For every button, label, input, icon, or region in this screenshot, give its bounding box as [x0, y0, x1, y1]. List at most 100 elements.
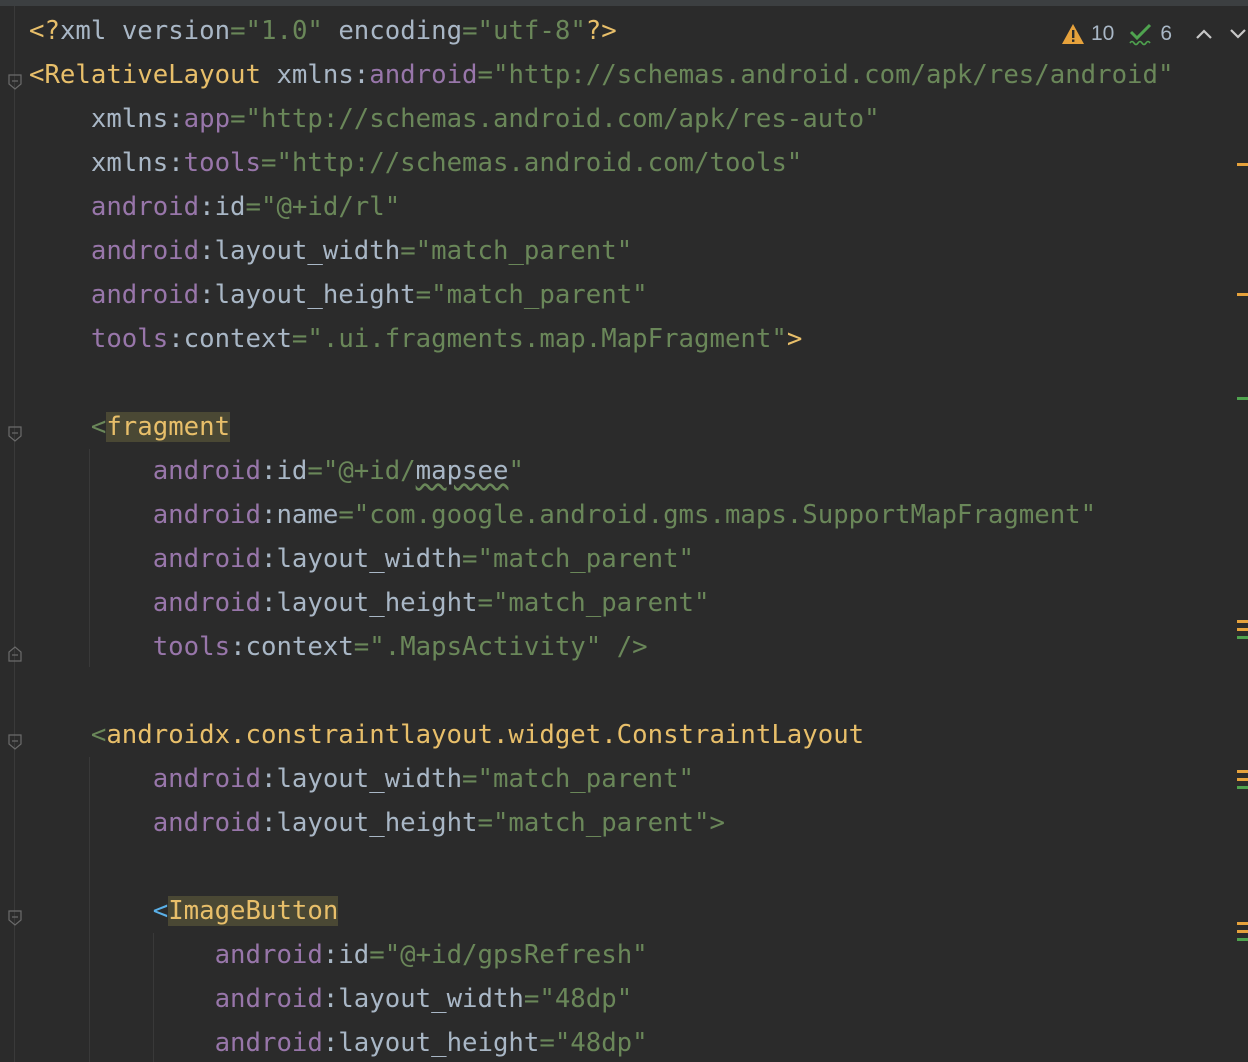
typo-marker[interactable]: [1237, 636, 1248, 639]
code-line[interactable]: android:name="com.google.android.gms.map…: [29, 493, 1096, 537]
code-token: ="match_parent": [462, 544, 695, 574]
code-line[interactable]: <RelativeLayout xmlns:android="http://sc…: [29, 53, 1173, 97]
code-line[interactable]: android:layout_height="match_parent">: [29, 801, 725, 845]
code-line[interactable]: xmlns:app="http://schemas.android.com/ap…: [29, 97, 880, 141]
editor-top-strip: [0, 0, 1248, 6]
code-token: android: [29, 808, 261, 838]
code-token: :layout_height: [260, 588, 478, 618]
inspection-widget[interactable]: 10 6: [1061, 18, 1248, 50]
code-token: :context: [230, 632, 354, 662]
code-token: android: [29, 764, 261, 794]
warning-marker[interactable]: [1237, 163, 1248, 166]
indent-guide: [153, 933, 154, 1062]
code-token: android: [29, 236, 200, 266]
code-line[interactable]: android:layout_height="48dp": [29, 1021, 648, 1062]
code-token: ="@+id/rl": [245, 192, 401, 222]
typos-indicator[interactable]: 6: [1128, 22, 1172, 46]
code-token: app: [183, 104, 231, 134]
fold-end-icon[interactable]: [8, 639, 22, 662]
code-line[interactable]: android:id="@+id/gpsRefresh": [29, 933, 648, 977]
code-token: ="http://schemas.android.com/apk/res/and…: [477, 60, 1174, 90]
code-token: androidx.constraintlayout.widget.Constra…: [106, 720, 865, 750]
code-token: :id: [199, 192, 246, 222]
code-token: ="http://schemas.android.com/apk/res-aut…: [230, 104, 880, 134]
code-token: android: [29, 544, 261, 574]
fold-toggle-icon[interactable]: [8, 67, 22, 90]
warning-marker[interactable]: [1237, 930, 1248, 933]
indent-guide: [89, 449, 90, 667]
code-line[interactable]: tools:context=".MapsActivity" />: [29, 625, 648, 669]
warnings-indicator[interactable]: 10: [1061, 22, 1114, 46]
code-token: android: [29, 1028, 323, 1058]
code-token: :layout_height: [260, 808, 478, 838]
code-token: :: [168, 104, 184, 134]
code-token: :layout_width: [322, 984, 524, 1014]
code-token: fragment: [106, 412, 231, 442]
code-token: :id: [322, 940, 370, 970]
code-token: ="match_parent": [415, 280, 648, 310]
code-token: ="com.google.android.gms.maps.SupportMap…: [338, 500, 1097, 530]
code-token: xmlns: [29, 148, 169, 178]
code-line[interactable]: android:id="@+id/mapsee": [29, 449, 524, 493]
code-line[interactable]: android:layout_width="match_parent": [29, 229, 632, 273]
code-line[interactable]: android:layout_width="match_parent": [29, 757, 694, 801]
chevron-down-icon: [1228, 27, 1248, 41]
code-token: :id: [260, 456, 308, 486]
code-line[interactable]: <fragment: [29, 405, 231, 449]
code-line[interactable]: tools:context=".ui.fragments.map.MapFrag…: [29, 317, 802, 361]
code-token: :layout_width: [199, 236, 401, 266]
code-line[interactable]: android:layout_width="match_parent": [29, 537, 694, 581]
code-line[interactable]: <androidx.constraintlayout.widget.Constr…: [29, 713, 864, 757]
code-token: android: [29, 280, 200, 310]
fold-toggle-icon[interactable]: [8, 903, 22, 926]
code-token: ="match_parent": [462, 764, 695, 794]
fold-toggle-icon[interactable]: [8, 419, 22, 442]
warning-marker[interactable]: [1237, 770, 1248, 773]
code-token: >: [709, 808, 725, 838]
code-token: =".ui.fragments.map.MapFragment": [291, 324, 787, 354]
code-token: >: [786, 324, 803, 354]
prev-problem-button[interactable]: [1194, 27, 1214, 41]
warning-marker[interactable]: [1237, 778, 1248, 781]
fold-toggle-icon[interactable]: [8, 727, 22, 750]
code-token: :layout_height: [322, 1028, 540, 1058]
typo-marker[interactable]: [1237, 938, 1248, 941]
code-token: <RelativeLayout: [29, 60, 277, 90]
code-token: <: [29, 720, 107, 750]
code-token: <: [29, 412, 107, 442]
next-problem-button[interactable]: [1228, 27, 1248, 41]
code-line[interactable]: android:id="@+id/rl": [29, 185, 400, 229]
typo-marker[interactable]: [1237, 397, 1248, 400]
code-token: ="@+id/gpsRefresh": [369, 940, 648, 970]
code-token: ImageButton: [168, 896, 339, 926]
typos-count: 6: [1160, 22, 1172, 45]
code-token: =".MapsActivity": [353, 632, 602, 662]
typo-marker[interactable]: [1237, 786, 1248, 789]
code-line[interactable]: <?xml version="1.0" encoding="utf-8"?>: [29, 9, 617, 53]
code-line[interactable]: <ImageButton: [29, 889, 339, 933]
code-token: android: [29, 984, 323, 1014]
indent-guide: [89, 757, 90, 1062]
code-token: tools: [29, 632, 231, 662]
code-line[interactable]: android:layout_height="match_parent": [29, 273, 648, 317]
warning-triangle-icon: [1061, 23, 1085, 45]
code-token: android: [29, 940, 323, 970]
code-token: ="48dp": [523, 984, 633, 1014]
warning-marker[interactable]: [1237, 620, 1248, 623]
code-token: xml: [59, 16, 122, 46]
code-token: ": [508, 456, 524, 486]
code-editor[interactable]: 10 6 <?xml version="1.0" encoding="utf-8…: [0, 0, 1248, 1062]
code-token: ="match_parent": [400, 236, 633, 266]
warning-marker[interactable]: [1237, 922, 1248, 925]
code-token: android: [29, 456, 261, 486]
chevron-up-icon: [1194, 27, 1214, 41]
code-line[interactable]: android:layout_width="48dp": [29, 977, 633, 1021]
code-token: :context: [168, 324, 292, 354]
code-token: android: [29, 588, 261, 618]
code-token: :name: [260, 500, 339, 530]
code-line[interactable]: xmlns:tools="http://schemas.android.com/…: [29, 141, 802, 185]
warning-marker[interactable]: [1237, 628, 1248, 631]
warning-marker[interactable]: [1237, 293, 1248, 296]
code-token: :layout_width: [260, 764, 463, 794]
code-line[interactable]: android:layout_height="match_parent": [29, 581, 710, 625]
